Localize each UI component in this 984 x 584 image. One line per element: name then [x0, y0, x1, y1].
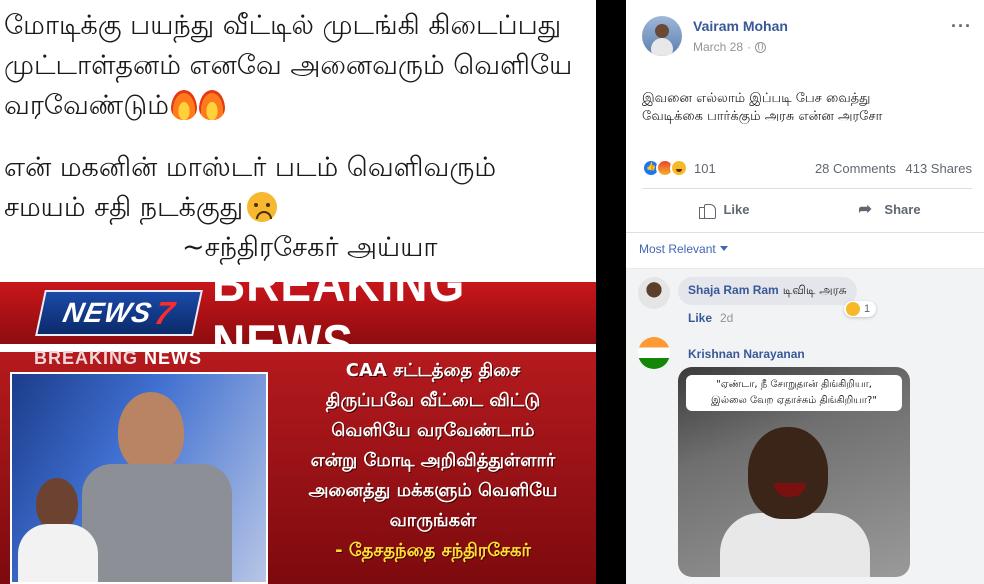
haha-reaction-icon — [846, 302, 860, 316]
news7-logo: NEWS 7 — [35, 290, 203, 336]
author-avatar[interactable] — [642, 16, 682, 56]
post-meta: March 28 · — [693, 40, 767, 54]
breaking-news-subtitle: BREAKING NEWS — [34, 348, 203, 368]
comment-sort-dropdown[interactable]: Most Relevant — [639, 242, 728, 256]
reaction-count[interactable]: 101 — [694, 161, 716, 176]
post-date[interactable]: March 28 — [693, 40, 743, 54]
share-button[interactable]: Share — [807, 190, 972, 228]
reactions-bar: 101 28 Comments 413 Shares — [642, 156, 972, 180]
author-name[interactable]: Vairam Mohan — [693, 18, 788, 34]
like-button[interactable]: Like — [642, 190, 807, 228]
meme-line: முட்டாள்தனம் எனவே அனைவரும் வெளியே — [4, 50, 573, 81]
fire-emoji-icon — [170, 90, 197, 120]
comment-bubble: Shaja Ram Ram டிவிடி அரசு — [678, 277, 857, 305]
commenter-avatar[interactable] — [638, 337, 670, 369]
post-text: இவனை எல்லாம் இப்படி பேச வைத்து வேடிக்கை … — [642, 91, 883, 124]
commenter-avatar[interactable] — [638, 277, 670, 309]
meme-line: வரவேண்டும் — [4, 86, 594, 126]
commenter-name[interactable]: Krishnan Narayanan — [688, 347, 805, 361]
share-count[interactable]: 413 Shares — [906, 161, 973, 176]
news-photo — [10, 372, 268, 584]
meme-line: என் மகனின் மாஸ்டர் படம் வெளிவரும் — [4, 152, 497, 183]
share-arrow-icon — [858, 199, 876, 219]
more-options-icon[interactable]: ··· — [951, 16, 972, 37]
comment-text: டிவிடி அரசு — [782, 283, 847, 297]
globe-icon — [755, 41, 767, 53]
comment-reaction-count[interactable]: 1 — [844, 301, 877, 317]
commenter-name[interactable]: Shaja Ram Ram — [688, 283, 779, 297]
comment-time[interactable]: 2d — [720, 311, 733, 325]
shared-meme-image: மோடிக்கு பயந்து வீட்டில் முடங்கி கிடைப்ப… — [0, 0, 596, 584]
meme-line: மோடிக்கு பயந்து வீட்டில் முடங்கி கிடைப்ப… — [4, 10, 562, 41]
haha-reaction-icon[interactable] — [670, 159, 688, 177]
post-actions: Like Share — [642, 190, 972, 228]
news-screenshot: NEWS 7 BREAKING NEWS BREAKING NEWS CAA சட… — [0, 255, 596, 584]
post-header: Vairam Mohan March 28 · ··· — [642, 14, 972, 60]
breaking-news-banner: NEWS 7 BREAKING NEWS — [0, 255, 596, 371]
comment-meme-caption: "ஏண்டா, நீ சோறுதான் திங்கிறியா, இல்லை வே… — [686, 375, 902, 411]
fire-emoji-icon — [198, 90, 225, 120]
comments-section: Shaja Ram Ram டிவிடி அரசு 1 Like 2d Krish… — [626, 269, 984, 584]
meme-quote: மோடிக்கு பயந்து வீட்டில் முடங்கி கிடைப்ப… — [4, 6, 594, 268]
comment-count[interactable]: 28 Comments — [815, 161, 896, 176]
comment-like-link[interactable]: Like — [688, 311, 712, 325]
thumbs-up-icon — [699, 201, 717, 219]
meme-line: சமயம் சதி நடக்குது — [4, 188, 594, 228]
comment-meme-image[interactable]: "ஏண்டா, நீ சோறுதான் திங்கிறியா, இல்லை வே… — [678, 367, 910, 577]
news-caption: CAA சட்டத்தை திசை திருப்பவே வீட்டை விட்ட… — [308, 360, 558, 561]
sad-face-emoji-icon — [247, 192, 278, 222]
facebook-post: Vairam Mohan March 28 · ··· இவனை எல்லாம்… — [626, 0, 984, 584]
